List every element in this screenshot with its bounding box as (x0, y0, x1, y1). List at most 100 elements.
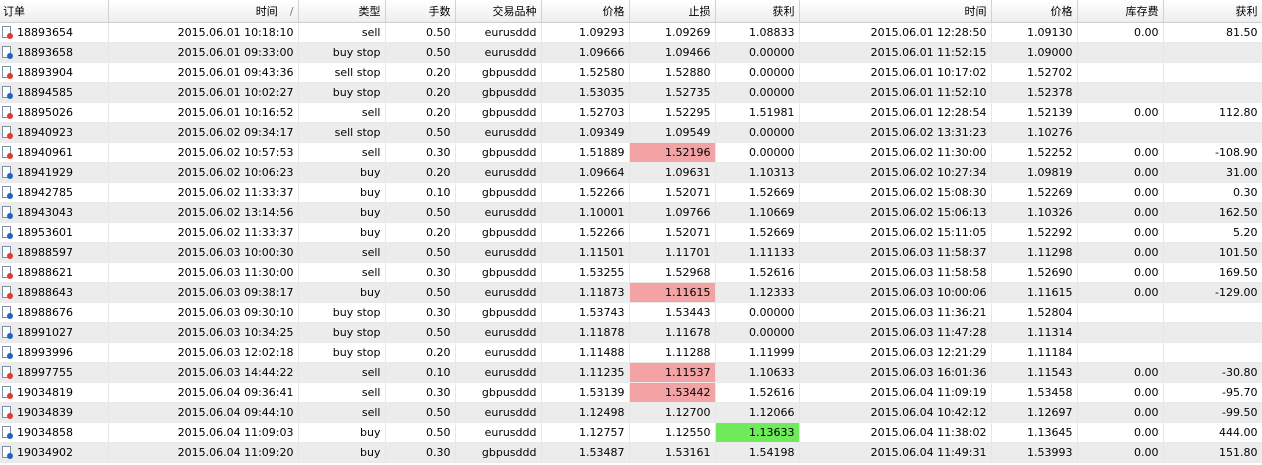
open-price-cell: 1.09664 (541, 162, 630, 183)
take-profit-cell: 1.52669 (715, 182, 800, 203)
column-header-close-price-label: 价格 (1050, 4, 1073, 18)
close-price-cell: 1.52252 (991, 142, 1078, 163)
open-time-cell: 2015.06.03 14:44:22 (108, 362, 299, 383)
close-time-cell: 2015.06.02 15:06:13 (799, 202, 992, 223)
close-price-cell: 1.11543 (991, 362, 1078, 383)
table-row[interactable]: 18894585 2015.06.01 10:02:27 buy stop 0.20 g… (0, 82, 1262, 103)
column-header-close-price[interactable]: 价格 (991, 0, 1078, 23)
type-cell: sell (298, 242, 386, 263)
table-row[interactable]: 18988621 2015.06.03 11:30:00 sell 0.30 gbpus… (0, 262, 1262, 283)
column-header-stop-loss[interactable]: 止损 (629, 0, 716, 23)
profit-cell (1163, 322, 1262, 343)
table-row[interactable]: 18991027 2015.06.03 10:34:25 buy stop 0.50 e… (0, 322, 1262, 343)
table-row[interactable]: 18940961 2015.06.02 10:57:53 sell 0.30 gbpus… (0, 142, 1262, 163)
column-header-symbol[interactable]: 交易品种 (455, 0, 542, 23)
stop-loss-cell: 1.52071 (629, 222, 716, 243)
column-header-take-profit[interactable]: 获利 (715, 0, 800, 23)
table-row[interactable]: 19034858 2015.06.04 11:09:03 buy 0.50 eurusd… (0, 422, 1262, 443)
open-time-cell: 2015.06.02 10:57:53 (108, 142, 299, 163)
order-number: 18988597 (17, 245, 73, 259)
table-row[interactable]: 18997755 2015.06.03 14:44:22 sell 0.10 eurus… (0, 362, 1262, 383)
table-row[interactable]: 19034839 2015.06.04 09:44:10 sell 0.50 eurus… (0, 402, 1262, 423)
lots-cell: 0.10 (385, 362, 456, 383)
lots-cell: 0.30 (385, 442, 456, 463)
order-cell: 18953601 (0, 222, 109, 243)
column-header-type[interactable]: 类型 (298, 0, 386, 23)
open-time-cell: 2015.06.03 10:34:25 (108, 322, 299, 343)
close-time-cell: 2015.06.01 11:52:10 (799, 82, 992, 103)
column-header-profit[interactable]: 获利 (1163, 0, 1262, 23)
order-number: 18893658 (17, 45, 73, 59)
table-row[interactable]: 18895026 2015.06.01 10:16:52 sell 0.20 gbpus… (0, 102, 1262, 123)
type-cell: sell (298, 262, 386, 283)
table-row[interactable]: 18941929 2015.06.02 10:06:23 buy 0.20 eurusd… (0, 162, 1262, 183)
table-row[interactable]: 18988676 2015.06.03 09:30:10 buy stop 0.30 g… (0, 302, 1262, 323)
table-row[interactable]: 18953601 2015.06.02 11:33:37 buy 0.20 gbpusd… (0, 222, 1262, 243)
table-row[interactable]: 18993996 2015.06.03 12:02:18 buy stop 0.20 e… (0, 342, 1262, 363)
swap-cell (1077, 342, 1164, 363)
type-cell: buy stop (298, 322, 386, 343)
column-header-lots[interactable]: 手数 (385, 0, 456, 23)
open-price-cell: 1.09293 (541, 22, 630, 43)
swap-cell: 0.00 (1077, 422, 1164, 443)
lots-cell: 0.20 (385, 62, 456, 83)
close-time-cell: 2015.06.04 11:38:02 (799, 422, 992, 443)
close-time-cell: 2015.06.03 11:58:37 (799, 242, 992, 263)
symbol-cell: gbpusddd (455, 262, 542, 283)
open-time-cell: 2015.06.02 09:34:17 (108, 122, 299, 143)
table-row[interactable]: 19034819 2015.06.04 09:36:41 sell 0.30 gbpus… (0, 382, 1262, 403)
swap-cell: 0.00 (1077, 182, 1164, 203)
sell-order-icon (2, 365, 13, 379)
open-price-cell: 1.52703 (541, 102, 630, 123)
close-price-cell: 1.12697 (991, 402, 1078, 423)
close-time-cell: 2015.06.03 10:00:06 (799, 282, 992, 303)
swap-cell: 0.00 (1077, 242, 1164, 263)
symbol-cell: gbpusddd (455, 302, 542, 323)
stop-loss-cell: 1.12700 (629, 402, 716, 423)
open-time-cell: 2015.06.02 11:33:37 (108, 222, 299, 243)
buy-order-icon (2, 225, 13, 239)
swap-cell (1077, 302, 1164, 323)
table-row[interactable]: 18893904 2015.06.01 09:43:36 sell stop 0.20… (0, 62, 1262, 83)
take-profit-cell: 0.00000 (715, 142, 800, 163)
table-row[interactable]: 18893654 2015.06.01 10:18:10 sell 0.50 eurus… (0, 22, 1262, 43)
table-row[interactable]: 18893658 2015.06.01 09:33:00 buy stop 0.50 e… (0, 42, 1262, 63)
table-row[interactable]: 18988597 2015.06.03 10:00:30 sell 0.50 eurus… (0, 242, 1262, 263)
column-header-type-label: 类型 (358, 4, 381, 18)
column-header-open-price[interactable]: 价格 (541, 0, 630, 23)
account-history-grid: 订单 时间 / 类型 手数 交易品种 价格 止损 获利 时间 价格 库存费 获利 … (0, 0, 1262, 465)
lots-cell: 0.30 (385, 142, 456, 163)
table-row[interactable]: 18988643 2015.06.03 09:38:17 buy 0.50 eurusd… (0, 282, 1262, 303)
close-time-cell: 2015.06.03 16:01:36 (799, 362, 992, 383)
symbol-cell: eurusddd (455, 202, 542, 223)
type-cell: buy (298, 442, 386, 463)
table-row[interactable]: 18940923 2015.06.02 09:34:17 sell stop 0.50… (0, 122, 1262, 143)
column-header-profit-label: 获利 (1235, 4, 1258, 18)
open-time-cell: 2015.06.03 10:00:30 (108, 242, 299, 263)
column-header-open-time[interactable]: 时间 / (108, 0, 299, 23)
order-cell: 18997755 (0, 362, 109, 383)
table-row[interactable]: 18942785 2015.06.02 11:33:37 buy 0.10 gbpusd… (0, 182, 1262, 203)
column-header-order[interactable]: 订单 (0, 0, 109, 23)
order-number: 19034839 (17, 405, 73, 419)
stop-loss-cell: 1.53443 (629, 302, 716, 323)
close-time-cell: 2015.06.02 10:27:34 (799, 162, 992, 183)
lots-cell: 0.50 (385, 122, 456, 143)
symbol-cell: gbpusddd (455, 442, 542, 463)
take-profit-cell: 0.00000 (715, 322, 800, 343)
buy-order-icon (2, 185, 13, 199)
type-cell: sell stop (298, 62, 386, 83)
column-header-swap-label: 库存费 (1125, 4, 1159, 18)
table-row[interactable]: 19034902 2015.06.04 11:09:20 buy 0.30 gbpusd… (0, 442, 1262, 463)
column-header-take-profit-label: 获利 (772, 4, 795, 18)
buy-order-icon (2, 305, 13, 319)
table-row[interactable]: 18943043 2015.06.02 13:14:56 buy 0.50 eurusd… (0, 202, 1262, 223)
take-profit-cell: 1.12333 (715, 282, 800, 303)
open-price-cell: 1.53487 (541, 442, 630, 463)
profit-cell: 444.00 (1163, 422, 1262, 443)
symbol-cell: gbpusddd (455, 382, 542, 403)
symbol-cell: eurusddd (455, 22, 542, 43)
column-header-close-time[interactable]: 时间 (799, 0, 992, 23)
column-header-swap[interactable]: 库存费 (1077, 0, 1164, 23)
header-row: 订单 时间 / 类型 手数 交易品种 价格 止损 获利 时间 价格 库存费 获利 (0, 0, 1262, 23)
